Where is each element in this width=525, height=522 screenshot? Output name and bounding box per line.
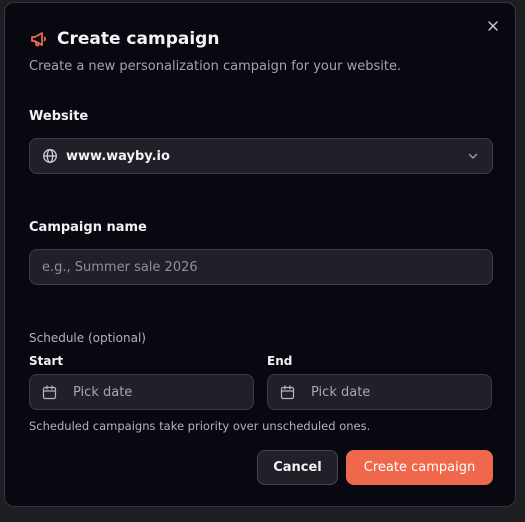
end-date-label: End: [267, 354, 293, 368]
start-date-picker[interactable]: Pick date: [29, 374, 254, 410]
x-icon: [488, 21, 498, 31]
dialog-title: Create campaign: [57, 29, 220, 49]
cancel-button[interactable]: Cancel: [257, 450, 338, 485]
create-campaign-dialog: Create campaign Create a new personaliza…: [4, 2, 516, 507]
schedule-label: Schedule (optional): [29, 331, 146, 345]
website-select[interactable]: www.wayby.io: [29, 138, 493, 174]
start-date-label: Start: [29, 354, 64, 368]
campaign-name-field[interactable]: [29, 249, 493, 285]
schedule-hint: Scheduled campaigns take priority over u…: [29, 419, 371, 433]
globe-icon: [42, 148, 58, 164]
calendar-icon: [42, 384, 57, 400]
calendar-icon: [280, 384, 295, 400]
website-label: Website: [29, 109, 89, 124]
megaphone-icon: [29, 29, 49, 49]
website-select-value: www.wayby.io: [66, 148, 170, 164]
end-date-picker[interactable]: Pick date: [267, 374, 492, 410]
chevron-down-icon: [466, 149, 480, 163]
campaign-name-label: Campaign name: [29, 220, 147, 235]
start-date-placeholder: Pick date: [73, 384, 133, 400]
campaign-name-input[interactable]: [42, 259, 480, 275]
end-date-placeholder: Pick date: [311, 384, 371, 400]
create-campaign-button[interactable]: Create campaign: [346, 450, 493, 485]
close-button[interactable]: [485, 18, 501, 34]
dialog-header: Create campaign: [29, 27, 219, 51]
dialog-subtitle: Create a new personalization campaign fo…: [29, 59, 402, 74]
